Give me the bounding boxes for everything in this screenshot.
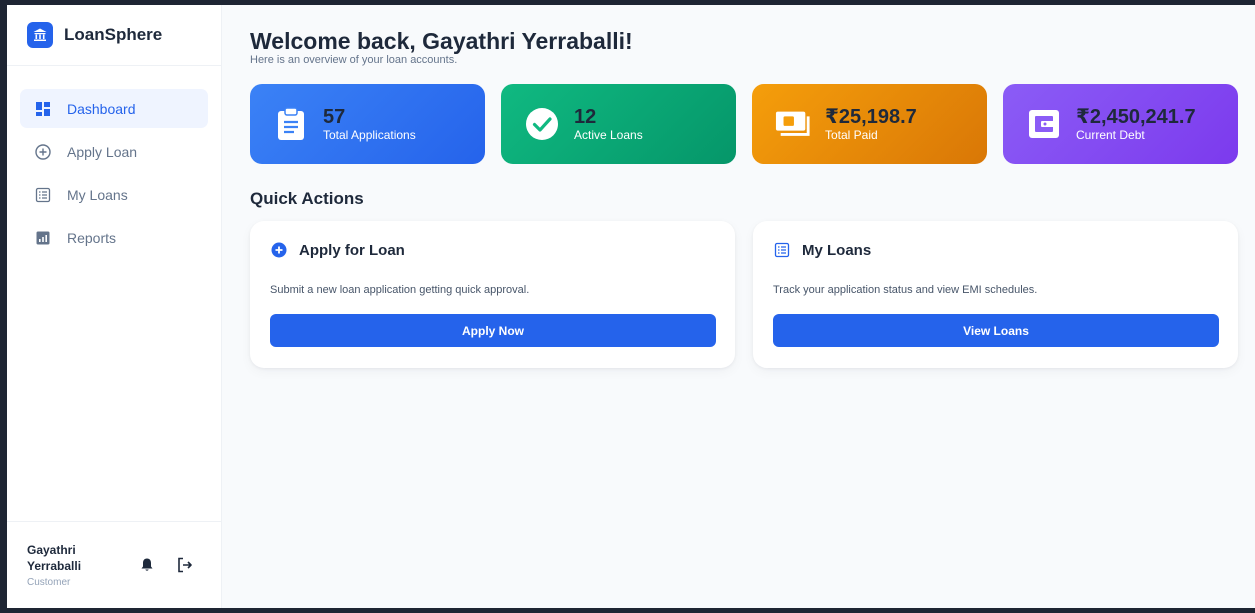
stat-value: 12	[574, 106, 597, 128]
quick-actions: Apply for Loan Submit a new loan applica…	[250, 221, 1239, 368]
user-info: Gayathri Yerraballi Customer	[27, 542, 127, 588]
apply-now-button[interactable]: Apply Now	[270, 314, 716, 347]
sidebar-nav: Dashboard Apply Loan My Loans Reports	[7, 66, 221, 261]
action-header: Apply for Loan	[270, 241, 715, 259]
list-icon	[773, 241, 791, 259]
stat-card-current-debt[interactable]: ₹2,450,241.7 Current Debt	[1003, 84, 1238, 164]
plus-circle-icon	[270, 241, 288, 259]
app-window: LoanSphere Dashboard Apply Loan My Loans	[7, 5, 1255, 608]
check-circle-icon	[524, 106, 560, 142]
stat-label: Total Applications	[323, 128, 416, 142]
stat-value: ₹2,450,241.7	[1076, 106, 1196, 128]
stat-card-total-applications[interactable]: 57 Total Applications	[250, 84, 485, 164]
chart-icon	[35, 230, 51, 246]
user-panel: Gayathri Yerraballi Customer	[7, 521, 221, 608]
sidebar-item-label: Apply Loan	[67, 143, 138, 160]
logout-icon[interactable]	[175, 555, 195, 575]
action-card-my-loans: My Loans Track your application status a…	[753, 221, 1238, 368]
stat-label: Current Debt	[1076, 128, 1145, 142]
sidebar-item-my-loans[interactable]: My Loans	[20, 175, 208, 214]
stat-value: ₹25,198.7	[825, 106, 917, 128]
stat-label: Total Paid	[825, 128, 878, 142]
stat-value: 57	[323, 106, 346, 128]
view-loans-button[interactable]: View Loans	[773, 314, 1219, 347]
sidebar-item-reports[interactable]: Reports	[20, 218, 208, 257]
list-icon	[35, 187, 51, 203]
sidebar-item-label: My Loans	[67, 186, 128, 203]
user-actions	[137, 555, 213, 575]
action-title: My Loans	[802, 241, 872, 259]
action-header: My Loans	[773, 241, 1218, 259]
bell-icon[interactable]	[137, 555, 157, 575]
section-title: Quick Actions	[250, 189, 364, 208]
page-subtitle: Here is an overview of your loan account…	[250, 54, 458, 66]
brand-name: LoanSphere	[64, 25, 163, 44]
clipboard-icon	[273, 106, 309, 142]
wallet-icon	[1026, 106, 1062, 142]
action-title: Apply for Loan	[299, 241, 405, 259]
action-card-apply-loan: Apply for Loan Submit a new loan applica…	[250, 221, 735, 368]
stat-card-active-loans[interactable]: 12 Active Loans	[501, 84, 736, 164]
dashboard-icon	[35, 101, 51, 117]
sidebar-item-label: Reports	[67, 229, 117, 246]
action-description: Track your application status and view E…	[773, 284, 1038, 296]
brand[interactable]: LoanSphere	[7, 5, 221, 66]
user-name: Gayathri Yerraballi	[27, 543, 82, 573]
stat-card-total-paid[interactable]: ₹25,198.7 Total Paid	[752, 84, 987, 164]
money-icon	[775, 106, 811, 142]
user-role: Customer	[27, 577, 71, 588]
stat-label: Active Loans	[574, 128, 643, 142]
sidebar: LoanSphere Dashboard Apply Loan My Loans	[7, 5, 222, 608]
plus-circle-icon	[35, 143, 51, 160]
action-description: Submit a new loan application getting qu…	[270, 284, 530, 296]
bank-icon	[27, 22, 53, 48]
main-content: Welcome back, Gayathri Yerraballi! Here …	[222, 5, 1255, 608]
sidebar-item-apply-loan[interactable]: Apply Loan	[20, 132, 208, 171]
stats-row: 57 Total Applications 12 Active Loans ₹2…	[250, 84, 1239, 164]
sidebar-item-dashboard[interactable]: Dashboard	[20, 89, 208, 128]
sidebar-item-label: Dashboard	[67, 100, 136, 117]
page-title: Welcome back, Gayathri Yerraballi!	[250, 28, 633, 54]
